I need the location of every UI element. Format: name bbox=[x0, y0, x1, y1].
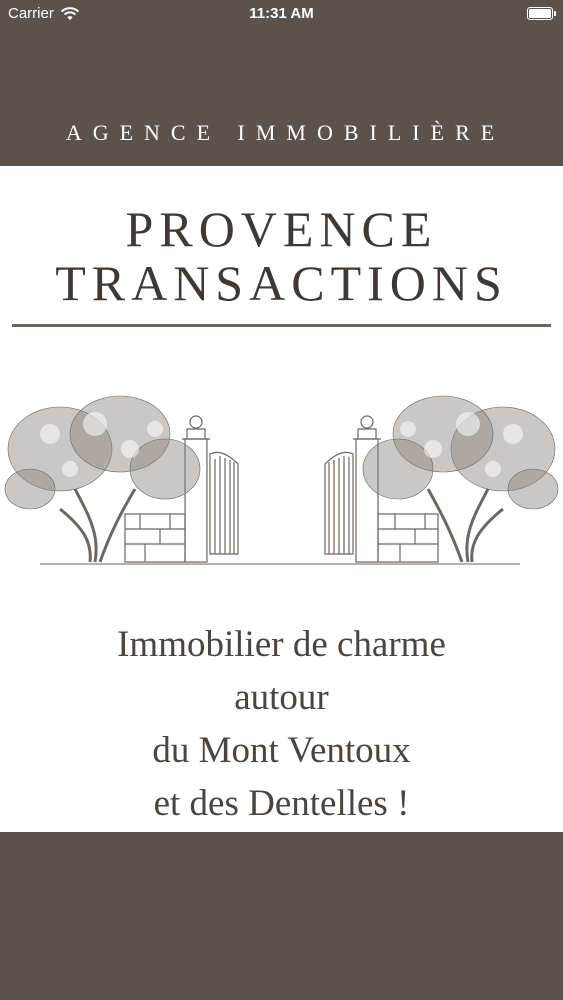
brand-divider bbox=[12, 324, 551, 327]
tagline-line: du Mont Ventoux bbox=[152, 730, 411, 771]
battery-icon bbox=[527, 7, 556, 20]
tagline-line: et des Dentelles ! bbox=[153, 783, 410, 824]
brand-line-2: TRANSACTIONS bbox=[55, 255, 508, 311]
status-bar: Carrier 11:31 AM bbox=[0, 0, 563, 30]
logo-panel: PROVENCE TRANSACTIONS Immobilier de char… bbox=[0, 166, 563, 832]
olive-trees-and-gate-illustration bbox=[4, 395, 559, 565]
agency-label: AGENCE IMMOBILIÈRE bbox=[65, 120, 506, 145]
tagline: Immobilier de charme autour du Mont Vent… bbox=[0, 618, 563, 830]
tagline-line: Immobilier de charme bbox=[117, 624, 446, 665]
status-time: 11:31 AM bbox=[249, 5, 314, 22]
tagline-line: autour bbox=[234, 677, 329, 718]
brand-line-1: PROVENCE bbox=[125, 201, 438, 257]
splash-screen: Carrier 11:31 AM AGENCE IMMOBILIÈRE PROV… bbox=[0, 0, 563, 1000]
battery-fill bbox=[529, 9, 551, 18]
